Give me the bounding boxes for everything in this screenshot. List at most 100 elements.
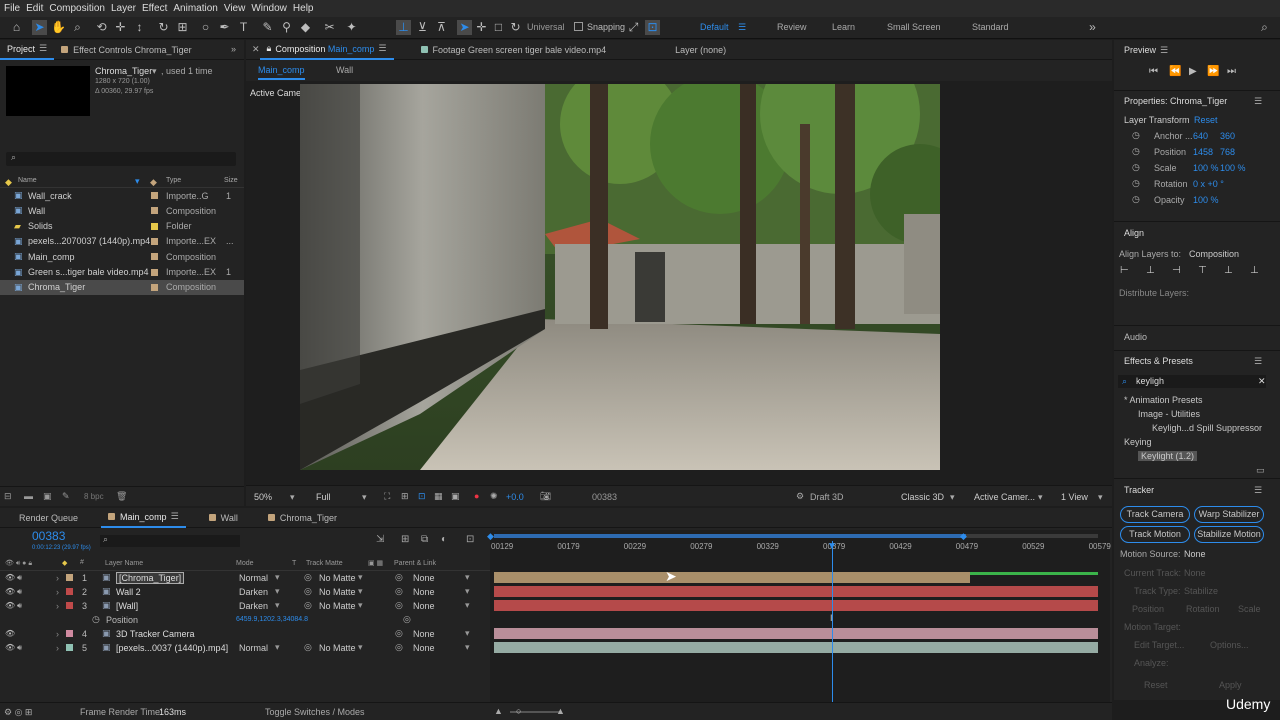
mode-select[interactable]: Normal [239,573,268,583]
workspace-small-screen[interactable]: Small Screen [887,22,941,32]
select-camera-icon[interactable]: ➤ [457,20,472,35]
chevron-down-icon[interactable]: ▾ [465,572,470,583]
viewer-frame[interactable] [300,84,940,470]
snap-options-icon[interactable]: ⤢ [626,20,641,35]
size-col-header[interactable]: Size [224,177,238,184]
reset-button[interactable]: Reset [1144,680,1168,690]
panel-menu-icon[interactable]: ☰ [1254,485,1262,496]
roto-brush-icon[interactable]: ✂ [322,20,337,35]
comp-flowchart-icon[interactable]: ⇲ [376,534,384,545]
align-top-icon[interactable]: ⊤ [1198,265,1207,276]
rotation-check[interactable]: Rotation [1186,604,1220,614]
workspace-learn[interactable]: Learn [832,22,855,32]
home-icon[interactable]: ⌂ [9,20,24,35]
menu-view[interactable]: View [223,3,251,14]
name-col-header[interactable]: Name [18,177,37,184]
footer-icons[interactable]: ⚙ ◎ ⊞ [4,707,32,718]
chevron-down-icon[interactable]: ▾ [465,600,470,611]
last-frame-icon[interactable]: ⏭ [1227,66,1236,77]
world-axis-icon[interactable]: ⊻ [415,20,430,35]
layer-row[interactable]: 👁︎ 🔊︎ › 2 ▣ Wall 2 Darken ▾ ◎ No Matte ▾ ◎ None ▾ [0,585,490,598]
matte-icon[interactable]: ◎ [304,600,312,611]
label-swatch[interactable] [151,253,158,261]
orbit-tool-icon[interactable]: ⟲ [94,20,109,35]
first-frame-icon[interactable]: ⏮ [1149,66,1158,77]
chevron-down-icon[interactable]: ▾ [465,628,470,639]
new-folder-icon[interactable]: ▬ [24,491,33,501]
zoom-out-icon[interactable]: ▲ [494,706,503,716]
panel-menu-icon[interactable]: ☰ [1254,96,1262,107]
zoom-in-icon[interactable]: ▲ [556,706,565,716]
graph-editor-icon[interactable]: ⊡ [466,534,474,545]
region-icon[interactable]: ▣ [451,491,460,502]
label-swatch[interactable] [66,644,73,651]
audio-title[interactable]: Audio [1124,332,1147,342]
layer-name-header[interactable]: Layer Name [105,560,143,567]
effects-tree-item[interactable]: * Animation Presets [1114,392,1280,407]
property-value-1[interactable]: 1458 [1193,147,1213,157]
menu-help[interactable]: Help [292,3,319,14]
fit-icon[interactable]: ⛶ [384,491,390,502]
track-camera-button[interactable]: Track Camera [1120,506,1190,523]
settings-icon[interactable]: ✎ [62,491,70,502]
viewer-area[interactable]: Active Camera (3D Tracker Camera) [246,81,1112,485]
rotate-tool-icon[interactable]: ↻ [156,20,171,35]
chevron-down-icon[interactable]: ▾ [362,492,367,503]
menu-composition[interactable]: Composition [48,3,110,14]
chevron-down-icon[interactable]: ▾ [275,586,280,597]
orbit-camera-icon[interactable]: ↻ [508,20,523,35]
label-swatch[interactable] [66,602,73,609]
menu-layer[interactable]: Layer [110,3,141,14]
panel-menu-icon[interactable]: ☰ [39,43,47,54]
layer-bar-extension[interactable] [970,572,1098,575]
matte-icon[interactable]: ◎ [304,572,312,583]
expand-arrow-icon[interactable]: › [56,629,59,639]
matte-icon[interactable]: ◎ [304,586,312,597]
eye-icon[interactable]: 👁︎ [5,643,15,652]
label-swatch[interactable] [151,268,158,276]
viewer-timecode[interactable]: 00383 [592,492,617,502]
channel-icon[interactable]: ● [474,491,479,501]
tab-footage[interactable]: Footage Green screen tiger bale video.mp… [414,40,614,60]
interpret-footage-icon[interactable]: ⊟ [4,491,12,502]
menu-effect[interactable]: Effect [141,3,172,14]
label-swatch[interactable] [151,222,158,230]
workspace-menu-icon[interactable]: ☰ [738,22,746,33]
camera-select[interactable]: Active Camer... [974,492,1035,502]
label-swatch[interactable] [151,237,158,245]
workspace-default[interactable]: Default [700,22,729,32]
zoom-slider-handle[interactable]: ○ [516,706,521,716]
chevron-down-icon[interactable]: ▾ [1038,492,1043,503]
prev-frame-icon[interactable]: ⏪ [1169,66,1181,77]
timeline-tab[interactable]: Render Queue [12,508,85,528]
align-vcenter-icon[interactable]: ⊥ [1224,265,1233,276]
workspace-standard[interactable]: Standard [972,22,1009,32]
view-axis-icon[interactable]: ⊼ [434,20,449,35]
chevron-down-icon[interactable]: ▾ [465,642,470,653]
timeline-tracks[interactable]: ◆ ◆ 00129 00179 00229 00279 00329 00379 00429 0… [487,530,1111,713]
parent-header[interactable]: Parent & Link [394,560,436,567]
playhead[interactable] [832,541,833,713]
expand-arrow-icon[interactable]: › [56,573,59,583]
sort-icon[interactable]: ▾ [135,176,140,187]
track-matte-select[interactable]: No Matte [319,573,356,583]
warp-stabilizer-button[interactable]: Warp Stabilizer [1194,506,1264,523]
snapshot-icon[interactable]: 📷︎ [540,491,551,502]
mode-select[interactable]: Darken [239,587,268,597]
pan-tool-icon[interactable]: ✛ [113,20,128,35]
grid-icon[interactable]: ⊞ [401,491,409,502]
layer-row[interactable]: 👁︎ 🔊︎ › 3 ▣ [Wall] Darken ▾ ◎ No Matte ▾ ◎ None ▾ [0,599,490,612]
type-col-header[interactable]: Type [166,177,181,184]
stopwatch-icon[interactable]: ◷ [1132,130,1140,141]
dolly-tool-icon[interactable]: ↕ [132,20,147,35]
edit-target-button[interactable]: Edit Target... [1134,640,1184,650]
align-hcenter-icon[interactable]: ⊥ [1146,265,1155,276]
effects-tree-item[interactable]: Keying [1114,434,1280,449]
move-camera-icon[interactable]: ✛ [474,20,489,35]
layer-bar[interactable] [494,586,1098,597]
hand-tool-icon[interactable]: ✋ [51,20,66,35]
trash-icon[interactable]: 🗑 [116,491,127,502]
label-swatch[interactable] [66,574,73,581]
label-swatch[interactable] [151,283,158,291]
pickwhip-icon[interactable]: ◎ [395,642,403,653]
